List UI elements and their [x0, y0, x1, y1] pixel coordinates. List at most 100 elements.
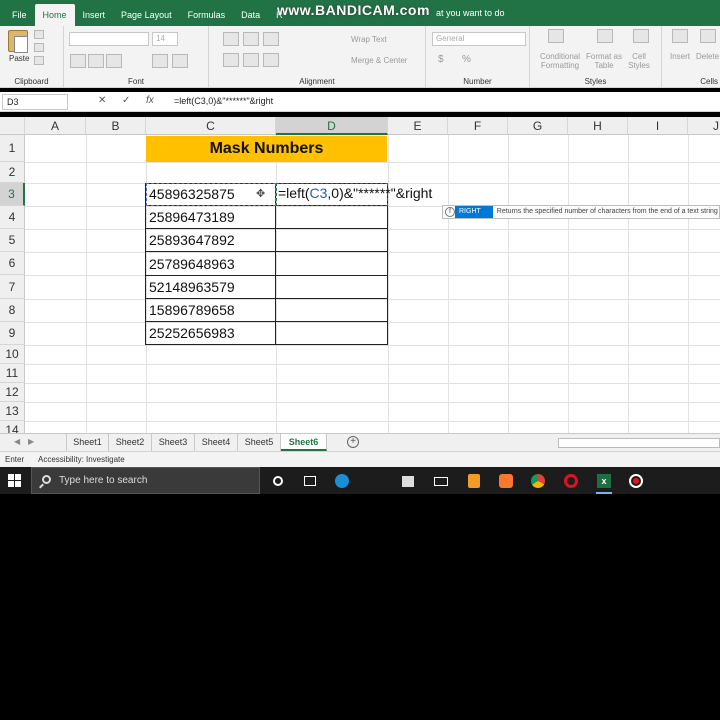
cell-d3-editing[interactable]: =left(C3,0)&"******"&right: [278, 185, 432, 201]
prev-sheet-icon[interactable]: ◀: [14, 437, 20, 446]
row-header-11[interactable]: 11: [0, 364, 25, 383]
merge-center-button[interactable]: Merge & Center: [351, 56, 407, 65]
column-header-g[interactable]: G: [508, 117, 568, 135]
taskbar-search-box[interactable]: Type here to search: [31, 467, 260, 494]
format-as-table-button[interactable]: Format as Table: [586, 52, 622, 70]
cell-c4[interactable]: 25896473189: [146, 209, 235, 225]
tell-me-box[interactable]: at you want to do: [436, 8, 505, 18]
tab-file[interactable]: File: [4, 4, 35, 26]
horizontal-scrollbar[interactable]: [558, 438, 720, 448]
row-header-7[interactable]: 7: [0, 275, 25, 299]
percent-button[interactable]: %: [462, 55, 471, 65]
bold-icon[interactable]: [70, 54, 86, 68]
opera-icon[interactable]: [561, 471, 581, 491]
column-header-j[interactable]: J: [688, 117, 720, 135]
underline-icon[interactable]: [106, 54, 122, 68]
cell-c7[interactable]: 52148963579: [146, 279, 235, 295]
bandicam-icon[interactable]: [626, 471, 646, 491]
formula-input[interactable]: =left(C3,0)&"******"&right: [174, 96, 273, 106]
align-left-icon[interactable]: [223, 53, 239, 67]
delete-cells-icon[interactable]: [700, 29, 716, 43]
format-painter-icon[interactable]: [34, 56, 44, 65]
windows-start-icon[interactable]: [8, 474, 22, 488]
column-header-f[interactable]: F: [448, 117, 508, 135]
cell-c6[interactable]: 25789648963: [146, 256, 235, 272]
row-header-1[interactable]: 1: [0, 135, 25, 162]
italic-icon[interactable]: [88, 54, 104, 68]
row-header-8[interactable]: 8: [0, 299, 25, 322]
conditional-formatting-button[interactable]: Conditional Formatting: [538, 52, 582, 70]
format-table-icon[interactable]: [597, 29, 613, 43]
cell-c3[interactable]: 45896325875: [146, 186, 235, 202]
cancel-icon[interactable]: ✕: [98, 95, 106, 106]
tooltip-function-name[interactable]: RIGHT: [455, 206, 493, 218]
sheet-tab-3[interactable]: Sheet3: [152, 434, 195, 451]
row-header-3[interactable]: 3: [0, 183, 25, 206]
tab-home[interactable]: Home: [34, 4, 75, 26]
currency-button[interactable]: $: [438, 55, 444, 65]
copy-icon[interactable]: [34, 43, 44, 52]
column-header-e[interactable]: E: [388, 117, 448, 135]
enter-icon[interactable]: ✓: [122, 95, 130, 106]
task-view-icon[interactable]: [300, 471, 320, 491]
title-cell[interactable]: Mask Numbers: [146, 136, 387, 162]
select-all-corner[interactable]: [0, 117, 25, 135]
tab-formulas[interactable]: Formulas: [180, 4, 234, 26]
conditional-formatting-icon[interactable]: [548, 29, 564, 43]
excel-icon[interactable]: x: [594, 471, 614, 494]
cell-c5[interactable]: 25893647892: [146, 232, 235, 248]
cortana-icon[interactable]: [268, 471, 288, 491]
wrap-text-button[interactable]: Wrap Text: [351, 35, 387, 44]
align-bottom-icon[interactable]: [263, 32, 279, 46]
row-header-10[interactable]: 10: [0, 345, 25, 364]
tab-data[interactable]: Data: [233, 4, 268, 26]
cell-c8[interactable]: 15896789658: [146, 302, 235, 318]
insert-button[interactable]: Insert: [670, 52, 690, 61]
font-color-icon[interactable]: [172, 54, 188, 68]
paste-button[interactable]: Paste: [9, 54, 29, 63]
column-header-c[interactable]: C: [146, 117, 276, 135]
accessibility-status[interactable]: Accessibility: Investigate: [38, 455, 125, 464]
cell-styles-icon[interactable]: [633, 29, 649, 43]
align-top-icon[interactable]: [223, 32, 239, 46]
sheet-tab-1[interactable]: Sheet1: [66, 434, 109, 451]
align-middle-icon[interactable]: [243, 32, 259, 46]
delete-button[interactable]: Delete: [696, 52, 719, 61]
tab-insert[interactable]: Insert: [75, 4, 114, 26]
tab-page-layout[interactable]: Page Layout: [113, 4, 180, 26]
add-sheet-icon[interactable]: +: [347, 436, 359, 448]
row-header-6[interactable]: 6: [0, 252, 25, 275]
number-format-dropdown[interactable]: General: [432, 32, 526, 46]
sheet-tab-2[interactable]: Sheet2: [109, 434, 152, 451]
row-header-13[interactable]: 13: [0, 402, 25, 421]
align-right-icon[interactable]: [263, 53, 279, 67]
font-size-dropdown[interactable]: 14: [152, 32, 178, 46]
next-sheet-icon[interactable]: ▶: [28, 437, 34, 446]
sublime-icon[interactable]: [464, 471, 484, 491]
column-header-h[interactable]: H: [568, 117, 628, 135]
fill-color-icon[interactable]: [152, 54, 168, 68]
column-header-i[interactable]: I: [628, 117, 688, 135]
row-header-4[interactable]: 4: [0, 206, 25, 229]
sheet-tab-5[interactable]: Sheet5: [238, 434, 281, 451]
chrome-icon[interactable]: [528, 471, 548, 491]
sheet-tab-4[interactable]: Sheet4: [195, 434, 238, 451]
column-header-b[interactable]: B: [86, 117, 146, 135]
font-name-dropdown[interactable]: [69, 32, 149, 46]
column-header-d[interactable]: D: [276, 117, 388, 135]
cell-styles-button[interactable]: Cell Styles: [625, 52, 653, 70]
insert-cells-icon[interactable]: [672, 29, 688, 43]
row-header-5[interactable]: 5: [0, 229, 25, 252]
cell-c9[interactable]: 25252656983: [146, 325, 235, 341]
row-header-12[interactable]: 12: [0, 383, 25, 402]
mail-icon[interactable]: [431, 471, 451, 491]
column-header-a[interactable]: A: [25, 117, 86, 135]
row-header-14[interactable]: 14: [0, 421, 25, 433]
cut-icon[interactable]: [34, 30, 44, 39]
insert-function-icon[interactable]: fx: [146, 95, 154, 106]
row-header-9[interactable]: 9: [0, 322, 25, 345]
row-header-2[interactable]: 2: [0, 162, 25, 183]
store-icon[interactable]: [398, 471, 418, 491]
sheet-tab-6[interactable]: Sheet6: [281, 434, 327, 451]
paste-icon[interactable]: [8, 30, 28, 53]
